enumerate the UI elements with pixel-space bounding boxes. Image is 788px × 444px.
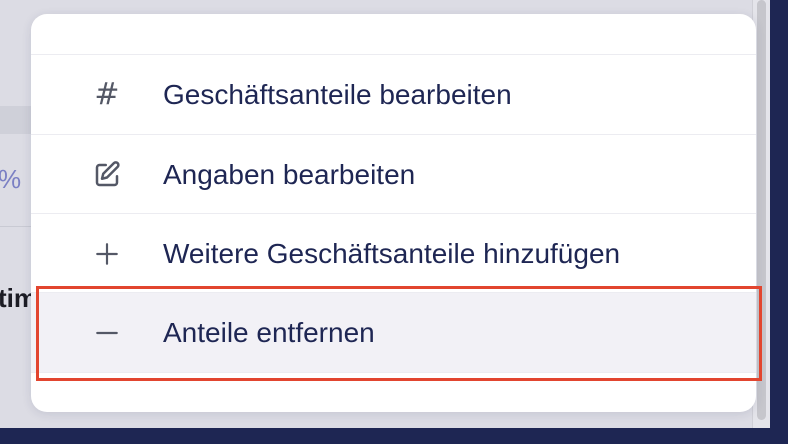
menu-item-edit-details[interactable]: Angaben bearbeiten xyxy=(31,135,756,214)
menu-item-label: Geschäftsanteile bearbeiten xyxy=(163,78,512,110)
plus-icon xyxy=(92,239,122,269)
background-percent-text: % xyxy=(0,164,22,194)
hash-icon: # xyxy=(94,76,120,112)
edit-icon xyxy=(92,160,122,190)
window-frame-bottom xyxy=(0,428,788,444)
window-frame-right xyxy=(770,0,788,444)
menu-item-edit-shares[interactable]: # Geschäftsanteile bearbeiten xyxy=(31,55,756,134)
menu-item-add-shares[interactable]: Weitere Geschäftsanteile hinzufügen xyxy=(31,214,756,293)
highlight-box xyxy=(36,286,762,381)
menu-item-label: Angaben bearbeiten xyxy=(163,158,416,190)
menu-item-label: Weitere Geschäftsanteile hinzufügen xyxy=(163,237,621,269)
